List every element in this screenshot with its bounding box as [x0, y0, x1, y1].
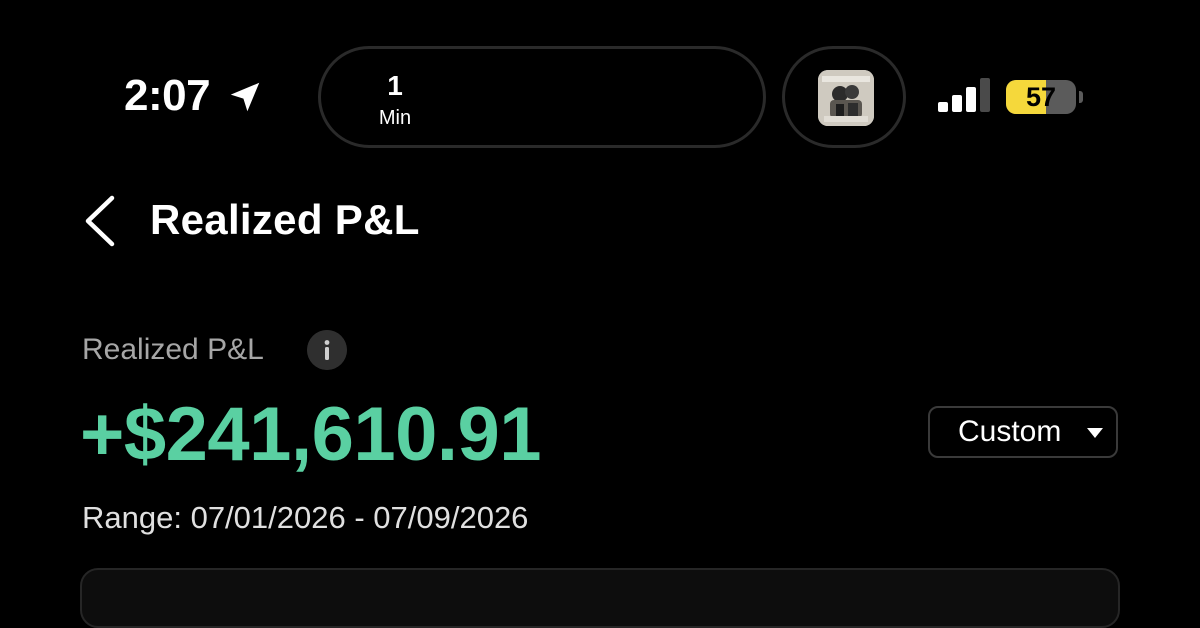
chevron-left-icon[interactable]	[78, 194, 126, 248]
battery-percentage: 57	[1025, 82, 1057, 112]
realized-pnl-value: +$241,610.91	[80, 392, 542, 477]
album-art-icon	[818, 70, 874, 126]
info-icon[interactable]	[307, 330, 347, 370]
dynamic-island-media[interactable]	[782, 46, 906, 148]
caret-down-icon	[1087, 428, 1103, 438]
pnl-detail-card	[80, 568, 1120, 628]
cellular-signal-icon	[938, 78, 990, 112]
timer-value: 1	[387, 70, 403, 101]
timer-unit: Min	[378, 107, 412, 129]
battery-body: 57	[1006, 80, 1076, 114]
dynamic-island-timer[interactable]: 1 Min	[318, 46, 766, 148]
range-selector-label: Custom	[958, 415, 1062, 448]
range-selector-dropdown[interactable]: Custom	[928, 406, 1118, 458]
battery-cap	[1079, 91, 1083, 103]
nav-header: Realized P&L	[0, 180, 1200, 260]
battery-indicator: 57	[1006, 80, 1083, 114]
date-range-text: Range: 07/01/2026 - 07/09/2026	[82, 500, 529, 535]
location-arrow-icon	[230, 82, 260, 112]
realized-pnl-label: Realized P&L	[82, 333, 264, 366]
page-title: Realized P&L	[150, 196, 420, 243]
status-time: 2:07	[124, 71, 211, 120]
status-bar: 2:07 1 Min 57	[0, 0, 1200, 190]
